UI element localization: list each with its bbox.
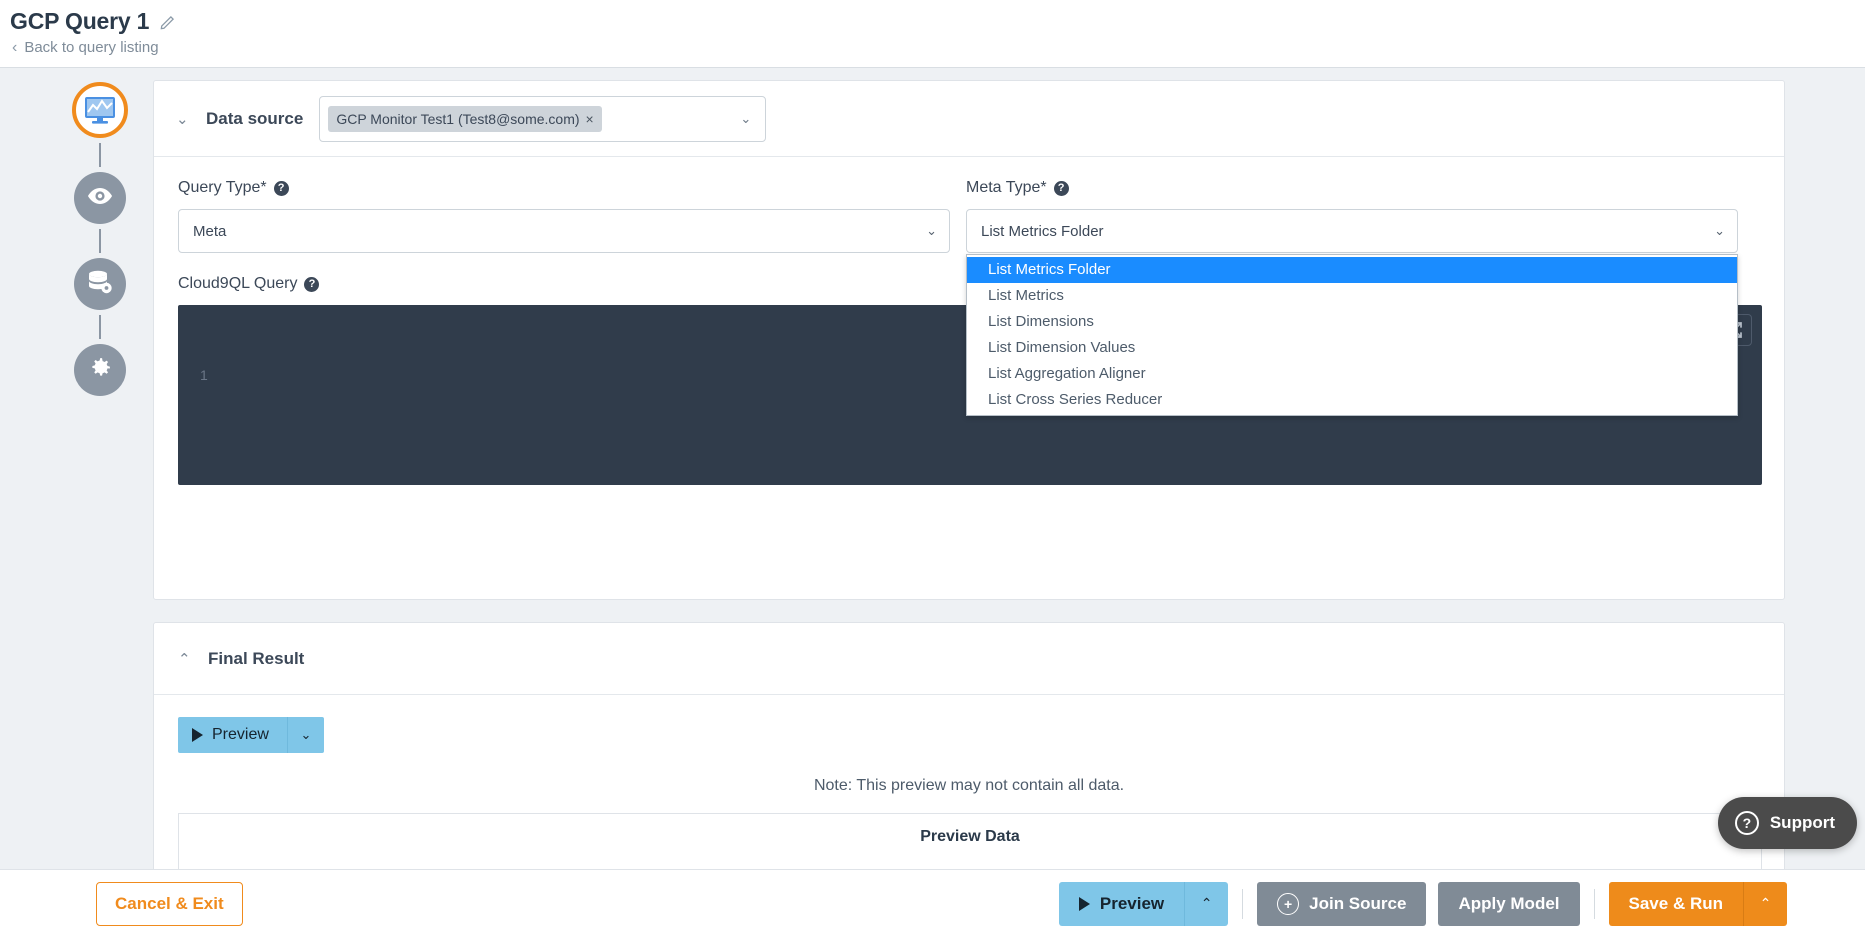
meta-type-label-text: Meta Type* bbox=[966, 179, 1047, 197]
support-label: Support bbox=[1770, 813, 1835, 833]
preview-button[interactable]: Preview bbox=[178, 717, 287, 753]
data-source-chip: GCP Monitor Test1 (Test8@some.com) × bbox=[328, 106, 601, 132]
chevron-down-icon: ⌄ bbox=[300, 727, 311, 743]
preview-data-title: Preview Data bbox=[920, 828, 1020, 846]
meta-type-option[interactable]: List Dimensions bbox=[967, 309, 1737, 335]
query-type-field: Query Type* ? Meta ⌄ bbox=[178, 179, 950, 253]
back-link-label: Back to query listing bbox=[24, 39, 158, 56]
query-card: ⌄ Data source GCP Monitor Test1 (Test8@s… bbox=[153, 80, 1785, 600]
data-source-label: Data source bbox=[206, 109, 303, 129]
data-source-select[interactable]: GCP Monitor Test1 (Test8@some.com) × ⌄ bbox=[319, 96, 766, 142]
query-type-label-text: Query Type* bbox=[178, 179, 267, 197]
database-gear-icon bbox=[87, 270, 113, 299]
chevron-left-icon: ‹ bbox=[12, 40, 17, 56]
cancel-and-exit-button[interactable]: Cancel & Exit bbox=[96, 882, 243, 926]
meta-type-option[interactable]: List Cross Series Reducer bbox=[967, 387, 1737, 413]
pencil-icon[interactable] bbox=[159, 13, 177, 31]
preview-dropdown-toggle-bottom[interactable]: ⌃ bbox=[1184, 882, 1228, 926]
question-mark-icon: ? bbox=[1735, 811, 1759, 835]
join-source-label: Join Source bbox=[1309, 894, 1406, 914]
play-icon bbox=[192, 728, 203, 742]
help-icon[interactable]: ? bbox=[304, 277, 319, 292]
preview-data-panel: Preview Data bbox=[178, 813, 1762, 873]
page-title: GCP Query 1 bbox=[10, 8, 149, 35]
meta-type-label: Meta Type* ? bbox=[966, 179, 1738, 197]
preview-bottom-label: Preview bbox=[1100, 894, 1164, 914]
meta-type-dropdown[interactable]: List Metrics FolderList MetricsList Dime… bbox=[966, 254, 1738, 416]
rail-node[interactable] bbox=[74, 344, 126, 396]
apply-model-button[interactable]: Apply Model bbox=[1438, 882, 1579, 926]
meta-type-value: List Metrics Folder bbox=[981, 223, 1104, 240]
meta-type-option[interactable]: List Metrics Folder bbox=[967, 257, 1737, 283]
help-icon[interactable]: ? bbox=[1054, 181, 1069, 196]
save-run-group: Save & Run ⌃ bbox=[1609, 882, 1787, 926]
gear-icon bbox=[88, 355, 113, 385]
chevron-up-icon: ⌃ bbox=[1201, 895, 1213, 912]
support-widget[interactable]: ? Support bbox=[1718, 797, 1857, 849]
rail-item-storage[interactable] bbox=[66, 258, 134, 310]
save-and-run-button[interactable]: Save & Run bbox=[1609, 882, 1743, 926]
rail-connector bbox=[99, 143, 101, 167]
query-type-label: Query Type* ? bbox=[178, 179, 950, 197]
preview-button-group: Preview ⌄ bbox=[178, 717, 1760, 753]
divider bbox=[1594, 889, 1595, 919]
bottom-right-actions: Preview ⌃ + Join Source Apply Model Save… bbox=[1059, 882, 1787, 926]
final-result-header: ⌃ Final Result bbox=[154, 623, 1784, 695]
chevron-down-icon[interactable]: ⌄ bbox=[176, 110, 190, 128]
bottom-action-bar: Cancel & Exit Preview ⌃ + Join Source Ap… bbox=[0, 869, 1865, 937]
chevron-down-icon[interactable]: ⌄ bbox=[740, 111, 751, 127]
play-icon bbox=[1079, 897, 1090, 911]
fields-row: Query Type* ? Meta ⌄ Meta Type* ? bbox=[178, 179, 1760, 253]
rail-item-settings[interactable] bbox=[66, 344, 134, 396]
meta-type-option[interactable]: List Aggregation Aligner bbox=[967, 361, 1737, 387]
plus-icon: + bbox=[1277, 893, 1299, 915]
preview-button-bottom[interactable]: Preview bbox=[1059, 882, 1184, 926]
join-source-button[interactable]: + Join Source bbox=[1257, 882, 1426, 926]
save-run-dropdown-toggle[interactable]: ⌃ bbox=[1743, 882, 1787, 926]
back-to-query-listing[interactable]: ‹ Back to query listing bbox=[0, 35, 1865, 56]
rail-item-monitor[interactable] bbox=[66, 82, 134, 138]
rail-connector bbox=[99, 315, 101, 339]
title-row: GCP Query 1 bbox=[0, 0, 1865, 35]
eye-icon bbox=[87, 187, 113, 210]
rail-node[interactable] bbox=[74, 258, 126, 310]
save-run-label: Save & Run bbox=[1629, 894, 1723, 914]
preview-dropdown-toggle[interactable]: ⌄ bbox=[287, 717, 324, 753]
editor-line-number: 1 bbox=[200, 367, 208, 383]
monitor-chart-icon bbox=[80, 90, 120, 130]
meta-type-option[interactable]: List Metrics bbox=[967, 283, 1737, 309]
preview-note: Note: This preview may not contain all d… bbox=[178, 777, 1760, 795]
query-type-select[interactable]: Meta ⌄ bbox=[178, 209, 950, 253]
app-root: GCP Query 1 ‹ Back to query listing bbox=[0, 0, 1865, 937]
meta-type-select-wrap: List Metrics Folder ⌄ List Metrics Folde… bbox=[966, 209, 1738, 253]
step-rail bbox=[66, 82, 134, 396]
chevron-down-icon: ⌄ bbox=[926, 223, 937, 239]
rail-node[interactable] bbox=[74, 172, 126, 224]
rail-connector bbox=[99, 229, 101, 253]
preview-button-label: Preview bbox=[212, 726, 269, 744]
meta-type-select[interactable]: List Metrics Folder ⌄ bbox=[966, 209, 1738, 253]
chevron-up-icon: ⌃ bbox=[1760, 895, 1772, 912]
query-form: Query Type* ? Meta ⌄ Meta Type* ? bbox=[154, 157, 1784, 485]
final-result-label: Final Result bbox=[208, 649, 304, 669]
chip-label: GCP Monitor Test1 (Test8@some.com) bbox=[336, 111, 579, 127]
data-source-row: ⌄ Data source GCP Monitor Test1 (Test8@s… bbox=[154, 81, 1784, 157]
help-icon[interactable]: ? bbox=[274, 181, 289, 196]
meta-type-option[interactable]: List Dimension Values bbox=[967, 335, 1737, 361]
chevron-down-icon: ⌄ bbox=[1714, 223, 1725, 239]
query-type-value: Meta bbox=[193, 223, 226, 240]
close-icon[interactable]: × bbox=[586, 111, 594, 127]
divider bbox=[1242, 889, 1243, 919]
meta-type-field: Meta Type* ? List Metrics Folder ⌄ List … bbox=[966, 179, 1738, 253]
preview-group-bottom: Preview ⌃ bbox=[1059, 882, 1228, 926]
chevron-up-icon[interactable]: ⌃ bbox=[178, 650, 192, 668]
final-result-body: Preview ⌄ Note: This preview may not con… bbox=[154, 695, 1784, 881]
page-header: GCP Query 1 ‹ Back to query listing bbox=[0, 0, 1865, 68]
cloud9ql-label-text: Cloud9QL Query bbox=[178, 275, 297, 293]
final-result-card: ⌃ Final Result Preview ⌄ Note: This prev… bbox=[153, 622, 1785, 882]
rail-item-preview[interactable] bbox=[66, 172, 134, 224]
rail-node-active[interactable] bbox=[72, 82, 128, 138]
